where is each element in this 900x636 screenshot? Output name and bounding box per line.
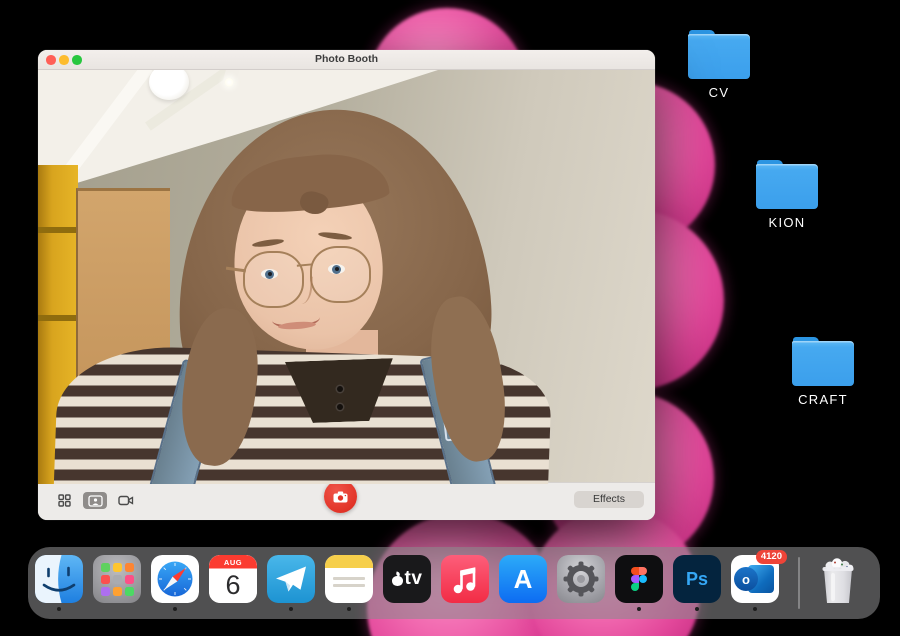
- photoshop-label: Ps: [685, 568, 709, 589]
- dock-outlook[interactable]: o 4120: [731, 550, 787, 611]
- dock-calendar[interactable]: AUG 6: [209, 555, 257, 603]
- video-camera-icon: [118, 495, 134, 506]
- launchpad-icon: [93, 555, 141, 603]
- settings-icon: [557, 555, 605, 603]
- dock: AUG 6 tv A Ps o 4120: [28, 547, 880, 619]
- folder-label: CV: [708, 85, 730, 100]
- camera-icon: [333, 491, 348, 502]
- calendar-icon: AUG 6: [209, 555, 257, 603]
- portrait-icon: [87, 494, 103, 507]
- folder-icon: [792, 337, 854, 387]
- dock-figma[interactable]: [615, 555, 663, 611]
- eye: [328, 264, 345, 274]
- running-indicator: [57, 607, 61, 611]
- dock-appstore[interactable]: A: [499, 555, 547, 603]
- dock-settings[interactable]: [557, 555, 605, 603]
- still-photo-mode-button[interactable]: [83, 492, 107, 509]
- folder-icon: [756, 160, 818, 210]
- photo-booth-window: Photo Booth Effects: [38, 50, 655, 520]
- music-note-icon: [453, 567, 476, 594]
- desktop-folder-kion[interactable]: KION: [752, 160, 822, 230]
- titlebar[interactable]: Photo Booth: [38, 50, 655, 70]
- dock-music[interactable]: [441, 555, 489, 603]
- appstore-icon: A: [499, 555, 547, 603]
- appstore-glyph: A: [513, 563, 533, 594]
- folder-label: KION: [768, 215, 806, 230]
- appletv-label: tv: [404, 568, 423, 589]
- appletv-icon: tv: [383, 555, 431, 603]
- folder-icon: [688, 30, 750, 80]
- apple-logo-icon: [391, 573, 403, 586]
- running-indicator: [347, 607, 351, 611]
- effects-button[interactable]: Effects: [574, 491, 644, 508]
- dock-launchpad[interactable]: [93, 555, 141, 603]
- folder-label: CRAFT: [798, 392, 848, 407]
- shirt-button: [337, 386, 343, 392]
- music-icon: [441, 555, 489, 603]
- figma-icon: [615, 555, 663, 603]
- safari-icon: [151, 555, 199, 603]
- outlook-badge: 4120: [755, 550, 787, 564]
- dock-appletv[interactable]: tv: [383, 555, 431, 603]
- desktop-folder-craft[interactable]: CRAFT: [788, 337, 858, 407]
- running-indicator: [173, 607, 177, 611]
- shirt-button: [337, 404, 343, 410]
- desktop-folder-cv[interactable]: CV: [684, 30, 754, 100]
- dock-separator: [798, 557, 800, 609]
- video-mode-button[interactable]: [114, 492, 138, 509]
- dock-photoshop[interactable]: Ps: [673, 555, 721, 611]
- dock-telegram[interactable]: [267, 555, 315, 611]
- photo-booth-toolbar: Effects: [38, 480, 655, 520]
- finder-icon: [35, 555, 83, 603]
- outlook-glyph: o: [742, 571, 750, 587]
- notes-icon: [325, 555, 373, 603]
- camera-preview: [38, 70, 655, 484]
- eye: [261, 269, 278, 279]
- window-title: Photo Booth: [315, 53, 378, 65]
- trash-icon: [814, 555, 862, 603]
- running-indicator: [289, 607, 293, 611]
- dock-trash[interactable]: [814, 555, 862, 603]
- running-indicator: [637, 607, 641, 611]
- capture-button[interactable]: [324, 480, 357, 513]
- grid-icon: [57, 494, 71, 507]
- telegram-icon: [267, 555, 315, 603]
- running-indicator: [753, 607, 757, 611]
- glasses-right-lens: [310, 246, 371, 303]
- gear-icon: [563, 561, 599, 597]
- four-up-mode-button[interactable]: [52, 492, 76, 509]
- calendar-month: AUG: [224, 558, 242, 567]
- calendar-day: 6: [225, 570, 240, 600]
- desktop: CV KION CRAFT Photo Booth Effects AUG 6 …: [0, 0, 900, 636]
- dock-finder[interactable]: [35, 555, 83, 611]
- running-indicator: [695, 607, 699, 611]
- photoshop-icon: Ps: [673, 555, 721, 603]
- dock-safari[interactable]: [151, 555, 199, 611]
- dock-notes[interactable]: [325, 555, 373, 611]
